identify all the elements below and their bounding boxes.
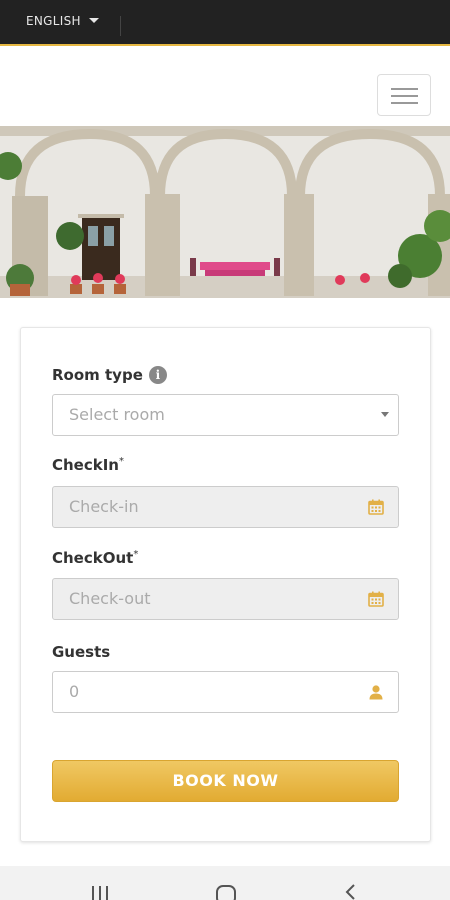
room-type-placeholder: Select room bbox=[69, 405, 165, 424]
checkout-input[interactable]: Check-out bbox=[52, 578, 399, 620]
checkin-label: CheckIn bbox=[52, 456, 119, 474]
checkout-placeholder: Check-out bbox=[69, 589, 151, 608]
hero-image bbox=[0, 126, 450, 298]
back-icon[interactable] bbox=[343, 884, 359, 900]
checkout-label-row: CheckOut* bbox=[52, 549, 138, 567]
top-bar: ENGLISH bbox=[0, 0, 450, 46]
calendar-icon[interactable] bbox=[368, 591, 384, 607]
guests-input[interactable]: 0 bbox=[52, 671, 399, 713]
room-type-label-row: Room type i bbox=[52, 366, 167, 384]
required-marker: * bbox=[133, 549, 139, 560]
room-type-label: Room type bbox=[52, 366, 143, 384]
hamburger-line bbox=[391, 102, 418, 104]
checkin-label-row: CheckIn* bbox=[52, 456, 124, 474]
android-nav-bar bbox=[0, 866, 450, 900]
guests-value: 0 bbox=[69, 682, 80, 701]
required-marker: * bbox=[119, 456, 124, 467]
guests-label-row: Guests bbox=[52, 643, 110, 661]
chevron-down-icon bbox=[381, 412, 389, 417]
book-now-button[interactable]: BOOK NOW bbox=[52, 760, 399, 802]
hamburger-line bbox=[391, 88, 418, 90]
user-icon bbox=[369, 685, 383, 700]
chevron-down-icon bbox=[88, 18, 99, 23]
hamburger-menu-button[interactable] bbox=[377, 74, 431, 116]
checkin-placeholder: Check-in bbox=[69, 497, 139, 516]
hamburger-line bbox=[391, 95, 418, 97]
checkout-label: CheckOut bbox=[52, 549, 134, 567]
recent-apps-icon[interactable] bbox=[90, 884, 110, 900]
guests-label: Guests bbox=[52, 643, 111, 661]
checkin-input[interactable]: Check-in bbox=[52, 486, 399, 528]
language-label: ENGLISH bbox=[26, 14, 81, 28]
calendar-icon[interactable] bbox=[368, 499, 384, 515]
language-selector[interactable]: ENGLISH bbox=[26, 14, 99, 28]
info-icon[interactable]: i bbox=[148, 366, 167, 384]
home-icon[interactable] bbox=[215, 884, 237, 900]
room-type-select[interactable]: Select room bbox=[52, 394, 399, 436]
divider bbox=[120, 16, 121, 36]
